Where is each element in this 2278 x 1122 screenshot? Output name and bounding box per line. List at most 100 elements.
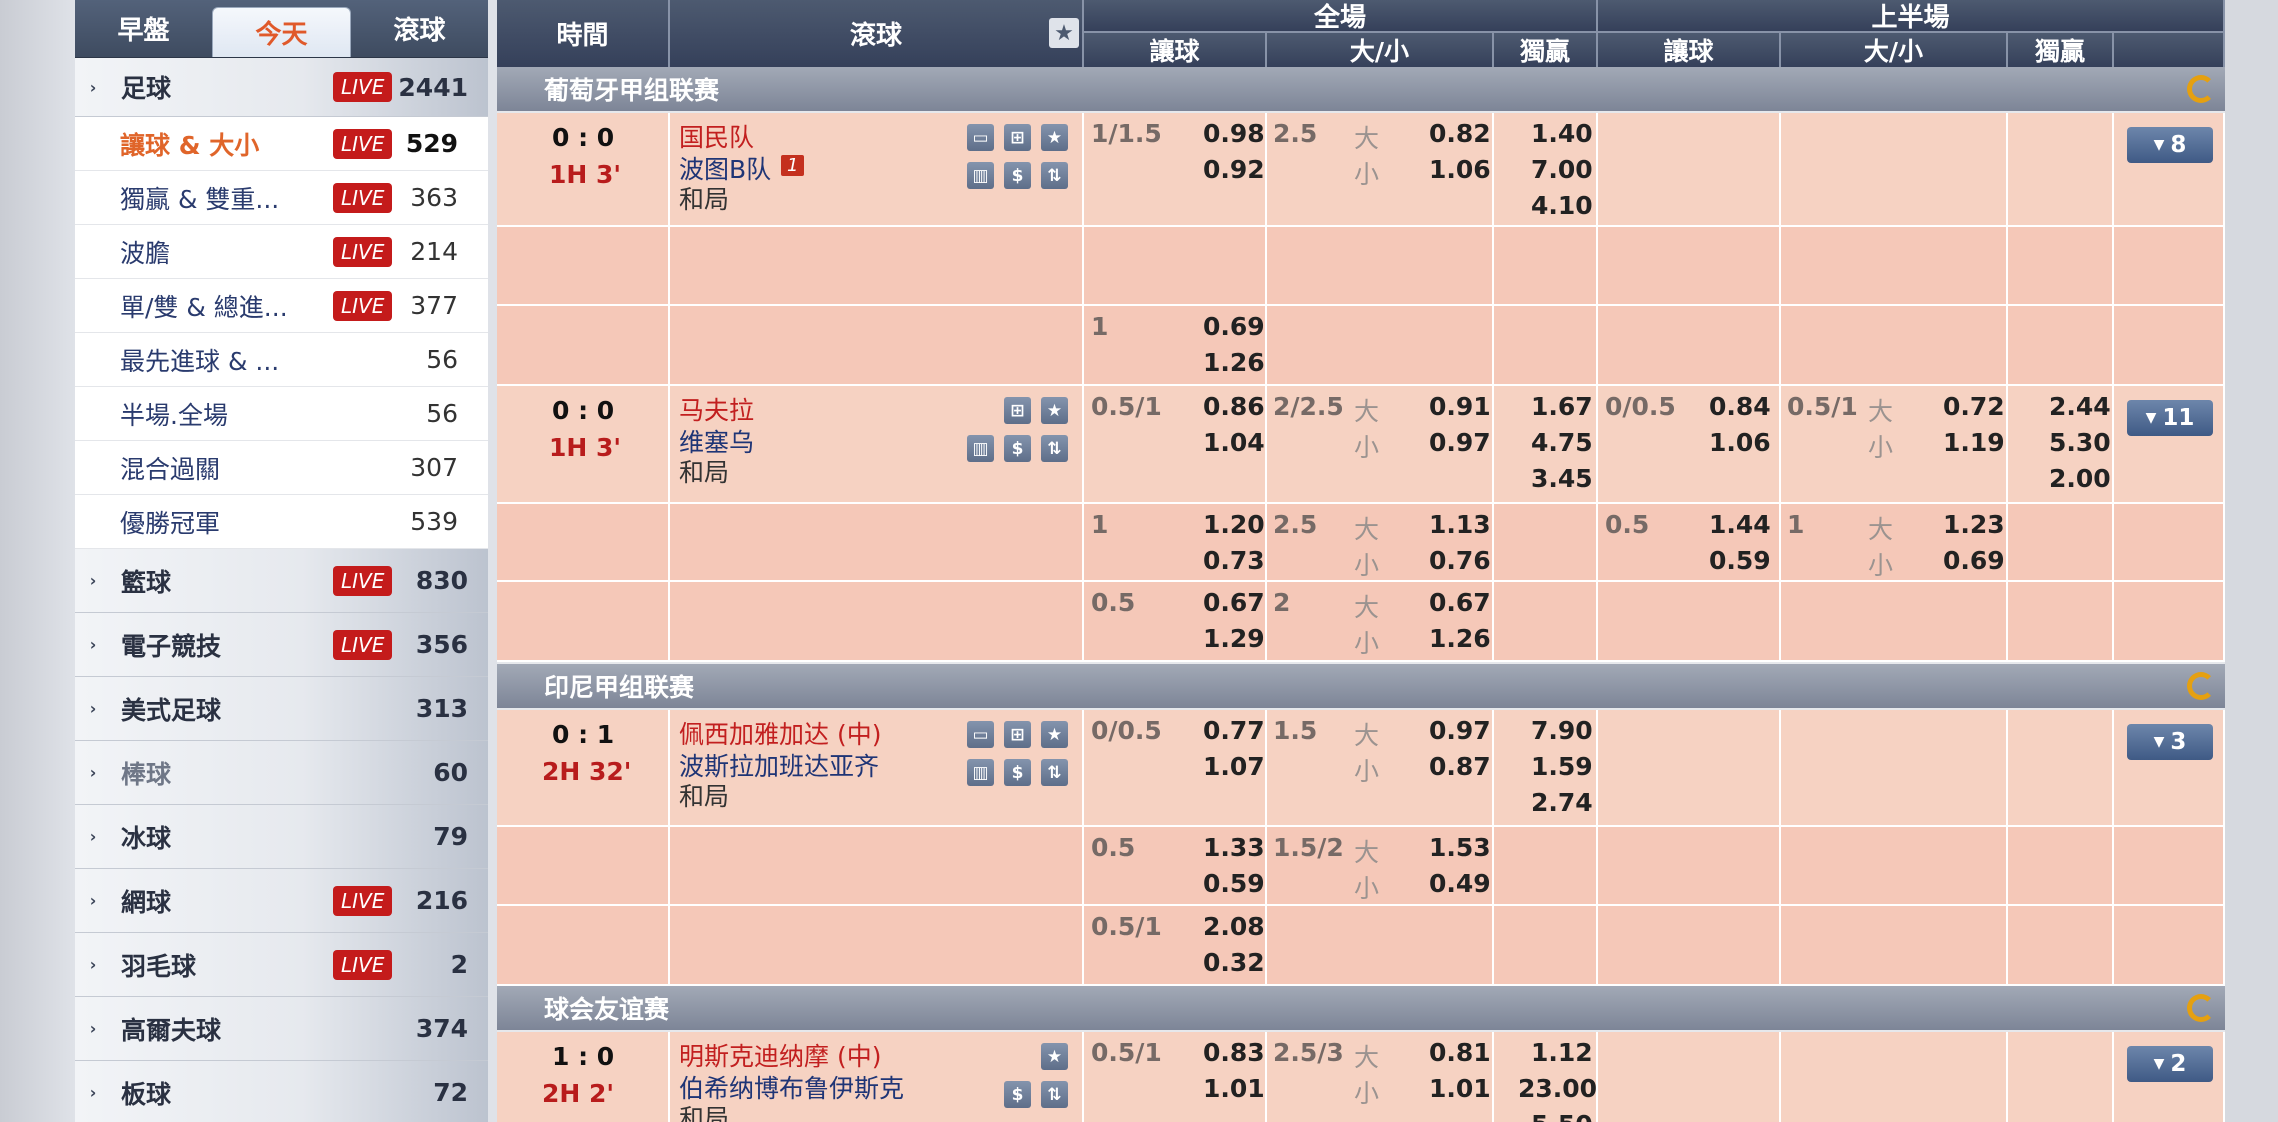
- half-odds-under[interactable]: 0.69: [1943, 546, 2005, 575]
- stats-grid-icon[interactable]: ⊞: [1004, 721, 1031, 748]
- sport-item[interactable]: › 棒球 60: [75, 741, 488, 805]
- odds-1x2-home[interactable]: 7.90: [1531, 716, 1593, 745]
- odds-away[interactable]: 0.32: [1203, 948, 1265, 977]
- odds-home[interactable]: 0.98: [1203, 119, 1265, 148]
- cashout-icon[interactable]: $: [1004, 435, 1031, 462]
- cashout-icon[interactable]: $: [1004, 1081, 1031, 1108]
- favorite-star-icon[interactable]: ★: [1041, 124, 1068, 151]
- odds-over[interactable]: 0.81: [1429, 1038, 1491, 1067]
- odds-away[interactable]: 0.59: [1203, 869, 1265, 898]
- half-odds-over[interactable]: 0.72: [1943, 392, 2005, 421]
- home-team[interactable]: 国民队: [679, 118, 754, 154]
- half-odds-away[interactable]: 0.59: [1709, 546, 1771, 575]
- half-odds-home[interactable]: 1.44: [1709, 510, 1771, 539]
- odds-home[interactable]: 0.67: [1203, 588, 1265, 617]
- odds-under[interactable]: 1.26: [1429, 624, 1491, 653]
- odds-1x2-home[interactable]: 1.12: [1531, 1038, 1593, 1067]
- refresh-icon[interactable]: [2187, 994, 2215, 1022]
- tab-inplay[interactable]: 滾球: [351, 0, 488, 57]
- home-team[interactable]: 佩西加雅加达 (中): [679, 715, 881, 751]
- odds-over[interactable]: 0.97: [1429, 716, 1491, 745]
- refresh-icon[interactable]: [2187, 672, 2215, 700]
- odds-away[interactable]: 1.04: [1203, 428, 1265, 457]
- odds-under[interactable]: 0.76: [1429, 546, 1491, 575]
- draw-label[interactable]: 和局: [679, 1099, 729, 1122]
- odds-home[interactable]: 1.33: [1203, 833, 1265, 862]
- tab-early[interactable]: 早盤: [75, 0, 212, 57]
- stats-grid-icon[interactable]: ⊞: [1004, 124, 1031, 151]
- half-odds-away[interactable]: 1.06: [1709, 428, 1771, 457]
- sport-item[interactable]: › 網球 LIVE 216: [75, 869, 488, 933]
- odds-over[interactable]: 1.13: [1429, 510, 1491, 539]
- more-markets-button[interactable]: ▼ 3: [2127, 724, 2213, 760]
- odds-history-icon[interactable]: ⇅: [1041, 435, 1068, 462]
- chart-icon[interactable]: ▥: [967, 435, 994, 462]
- football-subitem[interactable]: 單/雙 & 總進... LIVE 377: [75, 279, 488, 333]
- odds-home[interactable]: 0.83: [1203, 1038, 1265, 1067]
- odds-away[interactable]: 0.73: [1203, 546, 1265, 575]
- more-markets-button[interactable]: ▼ 11: [2127, 400, 2213, 436]
- football-subitem[interactable]: 獨贏 & 雙重... LIVE 363: [75, 171, 488, 225]
- odds-1x2-draw[interactable]: 5.50: [1531, 1110, 1593, 1122]
- odds-1x2-away[interactable]: 7.00: [1531, 155, 1593, 184]
- odds-under[interactable]: 1.01: [1429, 1074, 1491, 1103]
- odds-over[interactable]: 0.67: [1429, 588, 1491, 617]
- odds-over[interactable]: 0.91: [1429, 392, 1491, 421]
- sport-football[interactable]: › 足球 LIVE 2441: [75, 58, 488, 117]
- favorite-star-icon[interactable]: ★: [1041, 397, 1068, 424]
- odds-1x2-away[interactable]: 23.00: [1518, 1074, 1597, 1103]
- odds-away[interactable]: 1.07: [1203, 752, 1265, 781]
- odds-history-icon[interactable]: ⇅: [1041, 759, 1068, 786]
- football-subitem[interactable]: 最先進球 & ... 56: [75, 333, 488, 387]
- refresh-icon[interactable]: [2187, 75, 2215, 103]
- sport-item[interactable]: › 電子競技 LIVE 356: [75, 613, 488, 677]
- favorite-star-icon[interactable]: ★: [1041, 1043, 1068, 1070]
- half-odds-under[interactable]: 1.19: [1943, 428, 2005, 457]
- favorite-toggle-icon[interactable]: ★: [1049, 18, 1079, 48]
- odds-1x2-away[interactable]: 4.75: [1531, 428, 1593, 457]
- football-subitem[interactable]: 半場.全場 56: [75, 387, 488, 441]
- sport-item[interactable]: › 高爾夫球 374: [75, 997, 488, 1061]
- odds-under[interactable]: 0.49: [1429, 869, 1491, 898]
- odds-over[interactable]: 1.53: [1429, 833, 1491, 862]
- odds-under[interactable]: 0.87: [1429, 752, 1491, 781]
- odds-away[interactable]: 1.01: [1203, 1074, 1265, 1103]
- sport-item[interactable]: › 冰球 79: [75, 805, 488, 869]
- tab-today[interactable]: 今天: [212, 7, 351, 57]
- football-subitem[interactable]: 混合過關 307: [75, 441, 488, 495]
- more-markets-button[interactable]: ▼ 2: [2127, 1046, 2213, 1082]
- draw-label[interactable]: 和局: [679, 180, 729, 216]
- tv-icon[interactable]: ▭: [967, 124, 994, 151]
- odds-1x2-draw[interactable]: 2.74: [1531, 788, 1593, 817]
- sport-item[interactable]: › 板球 72: [75, 1061, 488, 1122]
- odds-home[interactable]: 0.77: [1203, 716, 1265, 745]
- odds-1x2-home[interactable]: 1.67: [1531, 392, 1593, 421]
- odds-under[interactable]: 0.97: [1429, 428, 1491, 457]
- sport-item[interactable]: › 美式足球 313: [75, 677, 488, 741]
- odds-away[interactable]: 1.26: [1203, 348, 1265, 377]
- league-header[interactable]: 球会友谊赛: [497, 986, 2225, 1030]
- league-header[interactable]: 印尼甲组联赛: [497, 664, 2225, 708]
- odds-under[interactable]: 1.06: [1429, 155, 1491, 184]
- home-team[interactable]: 明斯克迪纳摩 (中): [679, 1037, 881, 1073]
- odds-history-icon[interactable]: ⇅: [1041, 162, 1068, 189]
- half-1x2-away[interactable]: 5.30: [2049, 428, 2111, 457]
- half-1x2-draw[interactable]: 2.00: [2049, 464, 2111, 493]
- odds-home[interactable]: 0.86: [1203, 392, 1265, 421]
- odds-away[interactable]: 1.29: [1203, 624, 1265, 653]
- odds-1x2-away[interactable]: 1.59: [1531, 752, 1593, 781]
- odds-1x2-draw[interactable]: 4.10: [1531, 191, 1593, 220]
- odds-away[interactable]: 0.92: [1203, 155, 1265, 184]
- football-subitem[interactable]: 讓球 & 大小 LIVE 529: [75, 117, 488, 171]
- cashout-icon[interactable]: $: [1004, 759, 1031, 786]
- sport-item[interactable]: › 籃球 LIVE 830: [75, 549, 488, 613]
- odds-home[interactable]: 0.69: [1203, 312, 1265, 341]
- half-odds-over[interactable]: 1.23: [1943, 510, 2005, 539]
- sport-item[interactable]: › 羽毛球 LIVE 2: [75, 933, 488, 997]
- football-subitem[interactable]: 優勝冠軍 539: [75, 495, 488, 549]
- odds-home[interactable]: 2.08: [1203, 912, 1265, 941]
- odds-over[interactable]: 0.82: [1429, 119, 1491, 148]
- draw-label[interactable]: 和局: [679, 777, 729, 813]
- stats-grid-icon[interactable]: ⊞: [1004, 397, 1031, 424]
- odds-1x2-draw[interactable]: 3.45: [1531, 464, 1593, 493]
